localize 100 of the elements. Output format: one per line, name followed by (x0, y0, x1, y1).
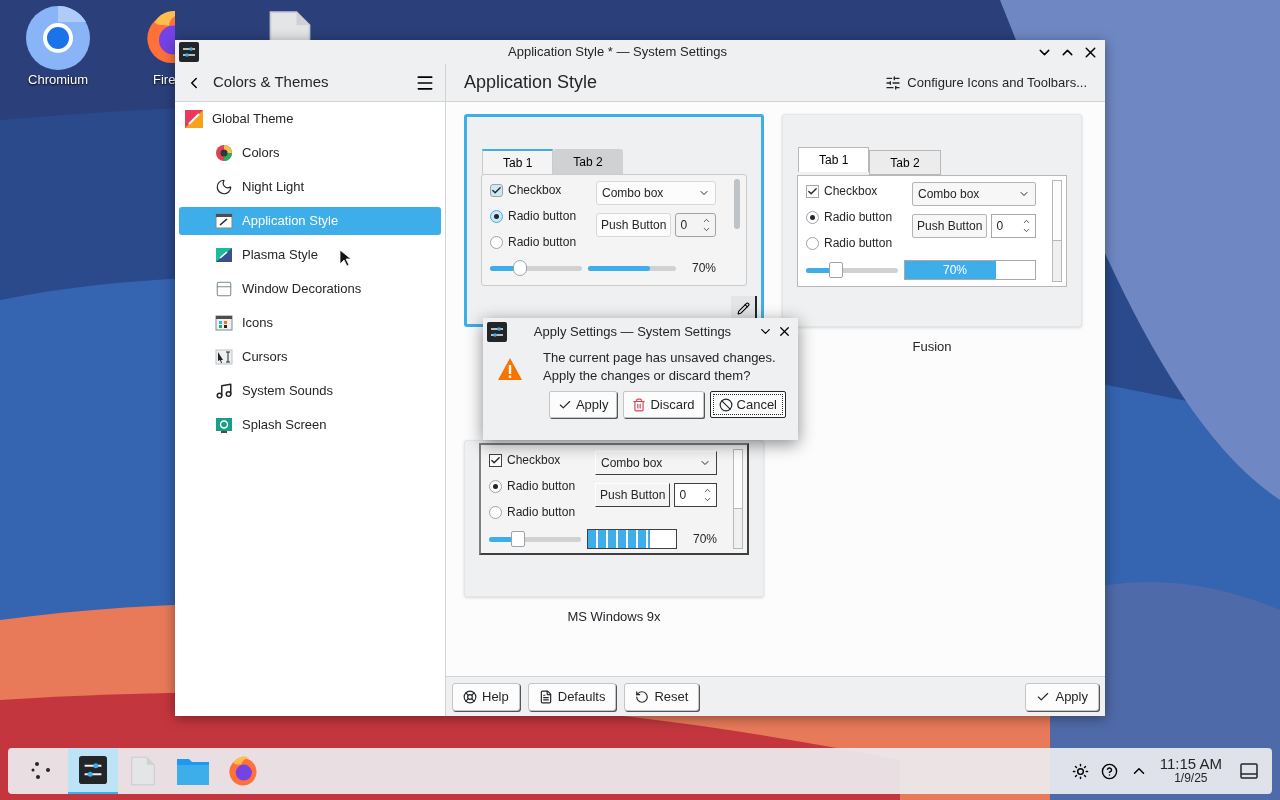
style-preview-card[interactable]: Tab 1 Tab 2 Checkbox Radio button Radio button Combo box Push Button 0 70% (464, 114, 764, 327)
trash-icon (632, 397, 647, 412)
radio-button[interactable] (490, 235, 503, 249)
apply-button[interactable]: Apply (1025, 682, 1099, 711)
apply-button[interactable]: Apply (548, 391, 618, 418)
help-button[interactable]: Help (452, 682, 520, 711)
radio-button[interactable] (490, 209, 503, 223)
cancel-icon (718, 397, 733, 412)
desktop-icon-label: Fire (153, 71, 176, 89)
music-note-icon (215, 382, 233, 400)
slider-handle[interactable] (510, 530, 525, 547)
defaults-button[interactable]: Defaults (527, 682, 617, 711)
splash-screen-icon (215, 416, 233, 434)
clock[interactable]: 11:15 AM 1/9/25 (1159, 756, 1222, 786)
plasma-style-icon (215, 246, 233, 264)
checkbox[interactable] (806, 184, 819, 198)
radio-button[interactable] (489, 505, 502, 519)
sidebar-item[interactable]: System Sounds (179, 377, 441, 405)
help-icon (463, 689, 477, 704)
close-button[interactable] (777, 324, 792, 339)
radio-label: Radio button (824, 235, 893, 252)
check-icon (807, 185, 818, 197)
task-button[interactable] (68, 748, 118, 794)
sidebar-item[interactable]: Global Theme (179, 105, 441, 133)
tab[interactable]: Tab 2 (553, 149, 623, 174)
window-icon (215, 280, 233, 298)
sidebar-item[interactable]: Cursors (179, 343, 441, 371)
radio-label: Radio button (508, 208, 577, 225)
page-title: Application Style (464, 71, 599, 94)
browser-icon[interactable] (26, 6, 90, 70)
help-icon[interactable] (1100, 762, 1118, 780)
slider-handle[interactable] (513, 259, 528, 276)
pencil-icon (736, 301, 750, 315)
check-icon (490, 454, 501, 466)
sidebar-item[interactable]: Splash Screen (179, 411, 441, 439)
sidebar-item[interactable]: Plasma Style (179, 241, 441, 269)
push-button[interactable]: Push Button (596, 213, 672, 237)
radio-button[interactable] (806, 210, 819, 224)
checkbox[interactable] (489, 453, 502, 467)
firefox-icon (227, 755, 259, 787)
checkbox-label: Checkbox (824, 183, 878, 200)
radio-label: Radio button (507, 478, 576, 495)
cancel-button[interactable]: Cancel (709, 391, 786, 418)
spin-box[interactable]: 0 (675, 213, 716, 237)
tab[interactable]: Tab 2 (869, 150, 941, 175)
sidebar-title: Colors & Themes (213, 72, 330, 93)
radio-label: Radio button (824, 209, 893, 226)
tab[interactable]: Tab 1 (798, 147, 870, 172)
slider-handle[interactable] (829, 261, 844, 278)
combo-box[interactable]: Combo box (596, 181, 716, 205)
progress-text: 70% (942, 262, 968, 279)
push-button[interactable]: Push Button (595, 483, 671, 507)
combo-box[interactable]: Combo box (595, 451, 717, 475)
dialog-message: The current page has unsaved changes. Apply the changes or discard them? (543, 349, 776, 385)
radio-label: Radio button (507, 504, 576, 521)
configure-button[interactable]: Configure Icons and Toolbars... (885, 72, 1087, 93)
app-icon (487, 321, 507, 342)
sidebar-item[interactable]: Icons (179, 309, 441, 337)
style-name: Fusion (912, 338, 952, 356)
style-preview-card[interactable]: Tab 1 Tab 2 Checkbox Radio button Radio button Combo box Push Button 0 70% (782, 114, 1082, 327)
settings-icon (79, 756, 107, 784)
document-icon (538, 689, 553, 704)
mouse-cursor-icon (339, 249, 351, 267)
combo-box[interactable]: Combo box (912, 182, 1036, 206)
brightness-icon[interactable] (1071, 762, 1089, 780)
sidebar-item[interactable]: Colors (179, 139, 441, 167)
undo-icon (635, 689, 650, 704)
progress-text: 70% (690, 260, 716, 277)
style-name: MS Windows 9x (567, 608, 661, 626)
spin-box[interactable]: 0 (674, 483, 717, 507)
sidebar-item[interactable]: Night Light (179, 173, 441, 201)
spin-box[interactable]: 0 (991, 214, 1036, 238)
sliders-icon (885, 74, 902, 91)
radio-button[interactable] (806, 236, 819, 250)
desktop-icon-label: Chromium (28, 71, 88, 89)
radio-label: Radio button (508, 234, 577, 251)
window-title: Application Style * — System Settings (507, 43, 728, 62)
checkbox-label: Checkbox (507, 452, 561, 469)
folder-icon (177, 757, 209, 785)
check-icon (491, 184, 502, 196)
brush-window-icon (215, 212, 233, 230)
moon-icon (215, 178, 233, 196)
radio-button[interactable] (489, 479, 502, 493)
cursor-text-icon (215, 348, 233, 366)
sidebar-item[interactable]: Window Decorations (179, 275, 441, 303)
file-icon (130, 756, 156, 786)
theme-icon (185, 110, 203, 128)
edit-button[interactable] (731, 296, 757, 320)
reset-button[interactable]: Reset (624, 682, 700, 711)
progress-text: 70% (691, 531, 717, 548)
scrollbar (734, 179, 740, 229)
tab[interactable]: Tab 1 (482, 149, 554, 174)
push-button[interactable]: Push Button (912, 214, 988, 238)
icon-grid-icon (215, 314, 233, 332)
show-desktop-icon[interactable] (1240, 762, 1258, 780)
checkbox[interactable] (490, 183, 503, 197)
warning-icon (497, 357, 523, 381)
discard-button[interactable]: Discard (623, 391, 704, 418)
style-preview-card[interactable]: Checkbox Radio button Radio button Combo box Push Button 0 70% (464, 440, 764, 597)
color-wheel-icon (215, 144, 233, 162)
